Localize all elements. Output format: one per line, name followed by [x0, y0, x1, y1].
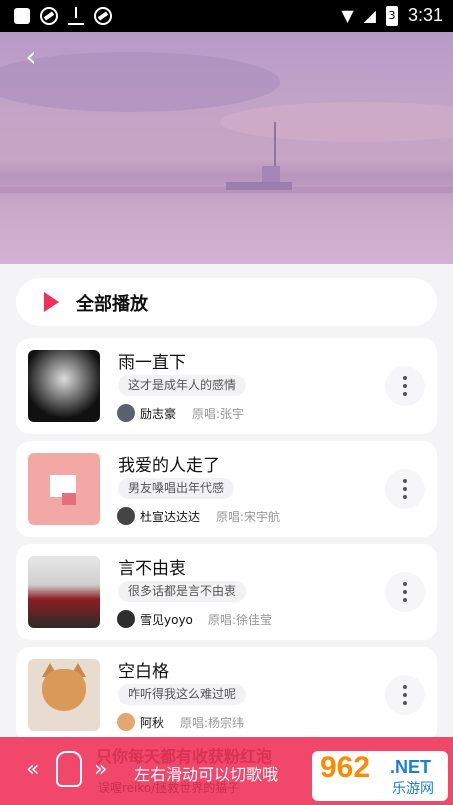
more-dot [403, 487, 407, 491]
avatar [117, 404, 135, 422]
album-cover-banner: ‹ [0, 32, 453, 264]
more-dot [403, 582, 407, 586]
boat [226, 182, 292, 190]
singer-name: 杜宣达达达 [140, 510, 201, 524]
original-singer: 原唱:宋宇航 [216, 510, 281, 524]
hand-swipe-icon [56, 751, 82, 787]
sync-icon [40, 7, 58, 25]
more-dot [403, 693, 407, 697]
more-dot [403, 495, 407, 499]
song-title: 雨一直下 [118, 353, 186, 373]
singer-name: 励志豪 [140, 407, 177, 421]
more-dot [403, 384, 407, 388]
wifi-icon: ▼ [341, 6, 354, 25]
avatar [117, 713, 135, 731]
song-tag: 这才是成年人的感情 [118, 375, 247, 396]
avatar [117, 507, 135, 525]
singer-name: 阿秋 [140, 716, 165, 730]
download-icon [68, 7, 84, 25]
more-button[interactable] [385, 572, 425, 612]
logo-number: 962 [320, 751, 371, 784]
play-icon [44, 292, 59, 312]
more-dot [403, 598, 407, 602]
sync-icon-2 [94, 7, 112, 25]
avatar [117, 610, 135, 628]
original-singer: 原唱:杨宗纬 [180, 716, 245, 730]
original-singer: 原唱:张宇 [192, 407, 245, 421]
more-dot [403, 590, 407, 594]
more-dot [403, 392, 407, 396]
song-cover [28, 350, 100, 422]
more-button[interactable] [385, 366, 425, 406]
song-item[interactable]: 空白格 咋听得我这么难过呢 阿秋 原唱:杨宗纬 [16, 647, 437, 743]
song-cover [28, 453, 100, 525]
logo-site-name: 乐游网 [392, 781, 434, 797]
battery-icon: 3 [385, 5, 398, 26]
clock: 3:31 [407, 5, 443, 25]
song-title: 言不由衷 [118, 559, 186, 579]
original-singer: 原唱:徐佳莹 [208, 613, 273, 627]
chevron-left-icon: ‹ [25, 40, 37, 73]
more-dot [403, 701, 407, 705]
cloud [220, 102, 453, 142]
more-dot [403, 685, 407, 689]
boat-mast [274, 122, 276, 168]
swipe-right-icon: » [94, 757, 108, 782]
song-title: 空白格 [118, 662, 169, 682]
signal-icon: ◢ [363, 6, 376, 25]
more-button[interactable] [385, 675, 425, 715]
more-dot [403, 376, 407, 380]
swipe-hint-text: 左右滑动可以切歌哦 [134, 765, 279, 784]
song-tag: 很多话都是言不由衷 [118, 581, 247, 602]
more-button[interactable] [385, 469, 425, 509]
singer-name: 雪见yoyo [140, 613, 193, 627]
song-item[interactable]: 言不由衷 很多话都是言不由衷 雪见yoyo 原唱:徐佳莹 [16, 544, 437, 640]
swipe-left-icon: « [26, 757, 40, 782]
song-item[interactable]: 雨一直下 这才是成年人的感情 励志豪 原唱:张宇 [16, 338, 437, 434]
play-all-label: 全部播放 [76, 294, 148, 315]
back-button[interactable]: ‹ [16, 42, 46, 72]
play-all-button[interactable]: 全部播放 [16, 278, 437, 326]
song-cover [28, 659, 100, 731]
watermark-logo: 962 .NET 乐游网 [312, 751, 448, 801]
swipe-hint-banner[interactable]: 只你每天都有收获粉红泡 误喔reiko/拯救世界的猫子 « » 左右滑动可以切歌… [0, 737, 453, 805]
status-bar: ▼ ◢ 3 3:31 [0, 0, 453, 32]
notification-icon [14, 8, 30, 24]
song-title: 我爱的人走了 [118, 456, 220, 476]
logo-domain: .NET [390, 757, 432, 777]
song-cover [28, 556, 100, 628]
song-item[interactable]: 我爱的人走了 男友嗓唱出年代感 杜宣达达达 原唱:宋宇航 [16, 441, 437, 537]
more-dot [403, 479, 407, 483]
song-tag: 男友嗓唱出年代感 [118, 478, 235, 499]
song-tag: 咋听得我这么难过呢 [118, 684, 247, 705]
